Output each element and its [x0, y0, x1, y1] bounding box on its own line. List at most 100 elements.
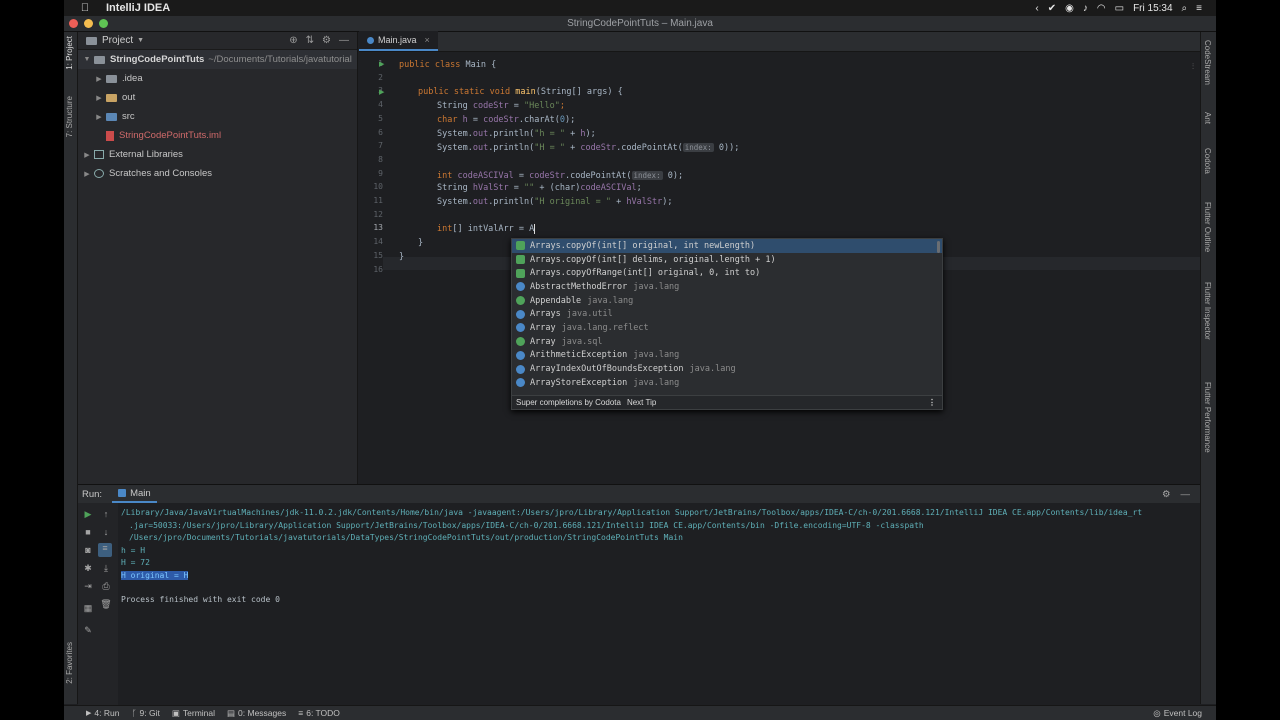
run-tool-button[interactable]: ▶ 4: Run — [86, 708, 119, 718]
collapse-all-icon[interactable]: ⇅ — [306, 35, 314, 46]
battery-icon[interactable]: ▭ — [1115, 3, 1124, 14]
java-class-icon — [367, 36, 374, 44]
expand-arrow-icon[interactable]: ▶ — [82, 151, 92, 159]
codota-promo: Super completions by Codota — [516, 398, 621, 407]
zoom-window-button[interactable] — [99, 19, 108, 28]
flutter-outline-tab[interactable]: Flutter Outline — [1203, 202, 1212, 252]
record-icon[interactable]: ◉ — [1065, 3, 1074, 14]
class-icon — [516, 378, 525, 388]
chevron-down-icon[interactable]: ▼ — [137, 37, 144, 44]
more-options-icon[interactable]: ⋮ — [928, 398, 942, 407]
completion-item[interactable]: Arrays.copyOfRange(int[] original, 0, in… — [512, 266, 942, 280]
camera-icon[interactable]: ◙ — [82, 545, 94, 555]
run-tab-label: Main — [130, 487, 151, 499]
run-tool-window: Run: Main ⚙ — ▶ ↑ ■ ↓ ◙ ≡ ✱ ⤓ ⇥ ⎙ 🗑 ▦ ✎ — [78, 484, 1200, 705]
code-line-11: System.out.println("H original = " + hVa… — [437, 197, 673, 207]
expand-arrow-icon[interactable]: ▶ — [94, 94, 104, 102]
flutter-performance-tab[interactable]: Flutter Performance — [1203, 382, 1212, 453]
app-menu-name[interactable]: IntelliJ IDEA — [106, 2, 170, 14]
tree-item-idea[interactable]: ▶ .idea — [78, 69, 357, 88]
status-bar: ▶ 4: Run ᚴ 9: Git ▣ Terminal ▤ 0: Messages ≡… — [64, 705, 1216, 720]
line-number: 5 — [378, 113, 383, 123]
codestream-tab[interactable]: CodeStream — [1203, 40, 1212, 85]
scroll-up-icon[interactable]: ↑ — [100, 509, 112, 519]
editor-menu-icon[interactable]: ⫶ — [1192, 62, 1194, 72]
tree-root[interactable]: ▼ StringCodePointTuts ~/Documents/Tutori… — [78, 50, 357, 69]
rerun-icon[interactable]: ▶ — [82, 509, 94, 520]
project-panel: Project ▼ ⊕ ⇅ ⚙ — ▼ StringCodePointTuts … — [78, 32, 358, 484]
messages-tool-button[interactable]: ▤ 0: Messages — [227, 708, 286, 719]
scroll-down-icon[interactable]: ↓ — [100, 527, 112, 537]
trash-icon[interactable]: 🗑 — [100, 599, 112, 610]
close-tab-icon[interactable]: × — [425, 35, 430, 45]
project-panel-header: Project ▼ ⊕ ⇅ ⚙ — — [78, 32, 357, 50]
event-log-button[interactable]: ◎ Event Log — [1153, 708, 1216, 719]
completion-item[interactable]: ArrayIndexOutOfBoundsException java.lang — [512, 362, 942, 376]
volume-icon[interactable]: ♪ — [1083, 3, 1088, 14]
pin-icon[interactable]: ✎ — [82, 625, 94, 636]
gear-icon[interactable]: ⚙ — [1162, 489, 1171, 500]
tree-item-label: Scratches and Consoles — [109, 168, 212, 179]
chevron-left-icon[interactable]: ‹ — [1035, 3, 1038, 14]
project-view-selector[interactable]: Project — [102, 35, 133, 46]
soft-wrap-icon[interactable]: ≡ — [98, 543, 112, 557]
completion-item[interactable]: Array java.sql — [512, 335, 942, 349]
next-tip-link[interactable]: Next Tip — [627, 398, 656, 407]
favorites-tool-tab[interactable]: 2: Favorites — [65, 642, 74, 684]
tree-item-external-libraries[interactable]: ▶ External Libraries — [78, 145, 357, 164]
tree-item-iml[interactable]: StringCodePointTuts.iml — [78, 126, 357, 145]
layout-icon[interactable]: ▦ — [82, 603, 94, 614]
completion-item[interactable]: Arrays.copyOf(int[] original, int newLen… — [512, 239, 942, 253]
run-main-icon[interactable]: ▶ — [379, 88, 387, 96]
git-tool-button[interactable]: ᚴ 9: Git — [131, 708, 159, 718]
hide-icon[interactable]: — — [1181, 489, 1191, 500]
tree-item-label: StringCodePointTuts.iml — [119, 130, 222, 141]
wifi-icon[interactable]: ◠ — [1097, 3, 1106, 14]
play-icon: ▶ — [86, 710, 92, 717]
completion-item[interactable]: Appendable java.lang — [512, 294, 942, 308]
expand-arrow-icon[interactable]: ▶ — [94, 113, 104, 121]
tree-item-out[interactable]: ▶ out — [78, 88, 357, 107]
structure-tool-tab[interactable]: 7: Structure — [65, 96, 74, 137]
hide-icon[interactable]: — — [339, 35, 349, 46]
run-label: Run: — [82, 488, 103, 500]
project-tool-tab[interactable]: 1: Project — [65, 36, 74, 70]
terminal-tool-button[interactable]: ▣ Terminal — [172, 708, 215, 719]
clock[interactable]: Fri 15:34 — [1133, 3, 1172, 14]
menu-list-icon[interactable]: ≡ — [1196, 3, 1202, 14]
codota-tab[interactable]: Codota — [1203, 148, 1212, 174]
settings-icon[interactable]: ✱ — [82, 563, 94, 574]
popup-scrollbar[interactable] — [937, 241, 940, 253]
stop-icon[interactable]: ■ — [82, 527, 94, 537]
close-window-button[interactable] — [69, 19, 78, 28]
completion-item[interactable]: Arrays java.util — [512, 307, 942, 321]
locate-icon[interactable]: ⊕ — [289, 35, 297, 46]
check-circle-icon[interactable]: ✔ — [1048, 3, 1056, 14]
login-icon[interactable]: ⇥ — [82, 581, 94, 592]
apple-icon[interactable]:  — [78, 2, 92, 14]
expand-arrow-icon[interactable]: ▼ — [82, 56, 92, 63]
class-icon — [516, 350, 525, 360]
expand-arrow-icon[interactable]: ▶ — [94, 75, 104, 83]
line-number: 9 — [378, 168, 383, 178]
completion-item[interactable]: ArithmeticException java.lang — [512, 349, 942, 363]
tree-item-scratches[interactable]: ▶ Scratches and Consoles — [78, 164, 357, 183]
run-tab-main[interactable]: Main — [112, 485, 157, 503]
scroll-to-end-icon[interactable]: ⤓ — [100, 563, 112, 574]
console-line: H = 72 — [121, 558, 150, 567]
completion-item[interactable]: ArrayStoreException java.lang — [512, 376, 942, 390]
print-icon[interactable]: ⎙ — [100, 581, 112, 592]
todo-tool-button[interactable]: ≡ 6: TODO — [298, 708, 340, 718]
completion-item[interactable]: Array java.lang.reflect — [512, 321, 942, 335]
minimize-window-button[interactable] — [84, 19, 93, 28]
tree-item-src[interactable]: ▶ src — [78, 107, 357, 126]
ant-tab[interactable]: Ant — [1203, 112, 1212, 124]
completion-item[interactable]: Arrays.copyOf(int[] delims, original.len… — [512, 253, 942, 267]
completion-item[interactable]: AbstractMethodError java.lang — [512, 280, 942, 294]
flutter-inspector-tab[interactable]: Flutter Inspector — [1203, 282, 1212, 340]
search-icon[interactable]: ⌕ — [1182, 3, 1188, 14]
gear-icon[interactable]: ⚙ — [322, 35, 331, 46]
tab-main-java[interactable]: Main.java × — [359, 31, 438, 51]
expand-arrow-icon[interactable]: ▶ — [82, 170, 92, 178]
run-class-icon[interactable]: ▶ — [379, 60, 387, 68]
